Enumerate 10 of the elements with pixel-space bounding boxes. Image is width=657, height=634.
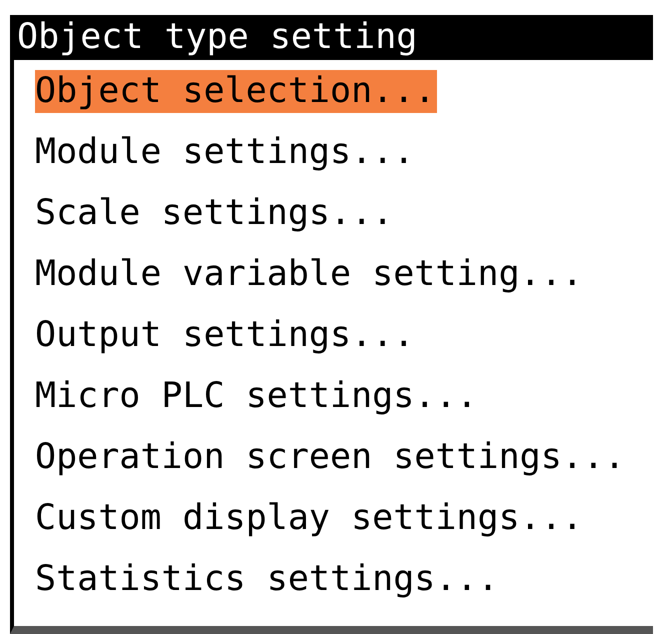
menu-item[interactable]: Operation screen settings... xyxy=(35,436,628,479)
menu-item[interactable]: Custom display settings... xyxy=(35,497,585,540)
menu-item[interactable]: Object selection... xyxy=(35,70,438,113)
menu-item[interactable]: Statistics settings... xyxy=(35,558,501,601)
menu-item[interactable]: Scale settings... xyxy=(35,192,396,235)
menu-item[interactable]: Output settings... xyxy=(35,314,416,357)
menu-title: Object type setting xyxy=(14,15,653,60)
menu-item[interactable]: Micro PLC settings... xyxy=(35,375,480,418)
menu-item[interactable]: Module settings... xyxy=(35,131,416,174)
menu-item[interactable]: Module variable setting... xyxy=(35,253,585,296)
